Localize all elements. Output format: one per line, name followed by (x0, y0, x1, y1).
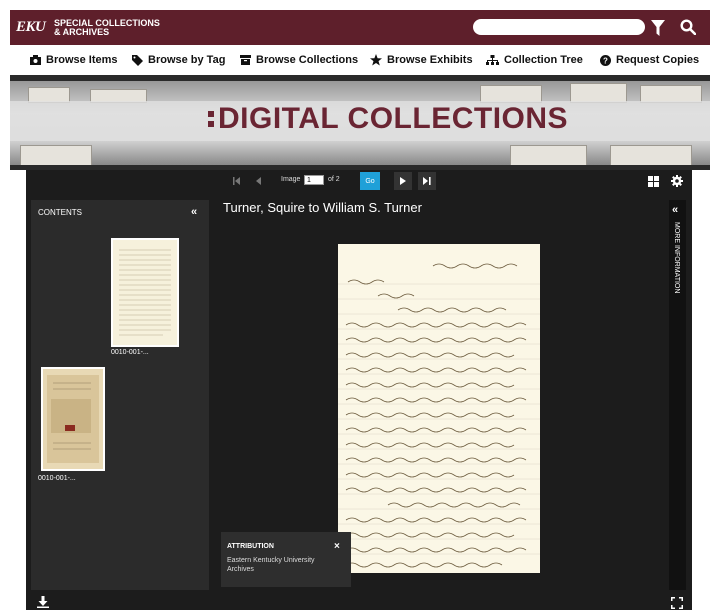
svg-text:?: ? (603, 56, 608, 65)
previous-page-icon[interactable] (252, 174, 266, 188)
attribution-text: Eastern Kentucky University Archives (227, 557, 315, 573)
handwritten-letter-image (338, 244, 540, 573)
viewer-toolbar: Image of 2 Go (26, 170, 692, 192)
more-information-label: MORE INFORMATION (673, 222, 680, 294)
question-circle-icon: ? (600, 54, 611, 66)
eku-logo[interactable]: EKU (16, 19, 46, 36)
settings-gear-icon[interactable] (670, 174, 684, 188)
fullscreen-icon[interactable] (671, 597, 683, 609)
sitemap-icon (486, 54, 499, 65)
tag-icon (132, 54, 143, 66)
expand-info-icon[interactable]: « (672, 204, 678, 216)
first-page-icon[interactable] (230, 174, 244, 188)
document-title: Turner, Squire to William S. Turner (223, 200, 422, 215)
attribution-title: ATTRIBUTION (227, 543, 274, 550)
search-icon[interactable] (680, 19, 696, 35)
document-viewer: Image of 2 Go CONTENTS « (26, 170, 692, 610)
last-page-icon[interactable] (418, 172, 436, 190)
document-page-image[interactable] (338, 244, 540, 573)
banner-bullet (208, 121, 214, 127)
contents-panel: CONTENTS « 0010-001-... 0010-001-... (31, 200, 209, 590)
page-thumbnail-2[interactable] (41, 367, 105, 471)
main-nav: Browse Items Browse by Tag Browse Collec… (10, 45, 710, 75)
banner-bullet (208, 111, 214, 117)
site-name[interactable]: SPECIAL COLLECTIONS & ARCHIVES (54, 19, 160, 37)
star-icon (370, 54, 382, 66)
go-button[interactable]: Go (360, 172, 380, 190)
contents-title: CONTENTS (38, 208, 82, 217)
letter-page-image (113, 240, 177, 345)
download-icon[interactable] (37, 596, 49, 608)
banner: DIGITAL COLLECTIONS (10, 75, 710, 170)
shelf-top (10, 75, 710, 81)
site-header: EKU SPECIAL COLLECTIONS & ARCHIVES (10, 10, 710, 45)
archive-box (570, 83, 627, 103)
thumbnail-label-2[interactable]: 0010-001-... (38, 475, 76, 482)
envelope-page-image (43, 369, 103, 469)
more-information-panel[interactable]: « MORE INFORMATION (669, 200, 686, 590)
thumbnail-label-1[interactable]: 0010-001-... (111, 349, 149, 356)
next-page-icon[interactable] (394, 172, 412, 190)
camera-icon (30, 55, 41, 65)
nav-browse-exhibits[interactable]: Browse Exhibits (370, 45, 473, 75)
nav-browse-items[interactable]: Browse Items (30, 45, 118, 75)
page-number-input[interactable] (304, 175, 324, 185)
search-input[interactable] (473, 19, 645, 35)
nav-browse-by-tag[interactable]: Browse by Tag (132, 45, 225, 75)
nav-collection-tree[interactable]: Collection Tree (486, 45, 583, 75)
attribution-box: ATTRIBUTION × Eastern Kentucky Universit… (221, 532, 351, 587)
grid-view-icon[interactable] (646, 174, 660, 188)
image-label: Image (281, 176, 301, 183)
page-thumbnail-1[interactable] (111, 238, 179, 347)
archive-box-icon (240, 55, 251, 65)
close-icon[interactable]: × (334, 541, 340, 552)
collapse-contents-icon[interactable]: « (191, 206, 197, 218)
banner-title: DIGITAL COLLECTIONS (218, 102, 569, 135)
nav-request-copies[interactable]: ? Request Copies (600, 45, 699, 75)
nav-browse-collections[interactable]: Browse Collections (240, 45, 358, 75)
filter-icon[interactable] (651, 20, 665, 36)
page-count: of 2 (328, 176, 340, 183)
